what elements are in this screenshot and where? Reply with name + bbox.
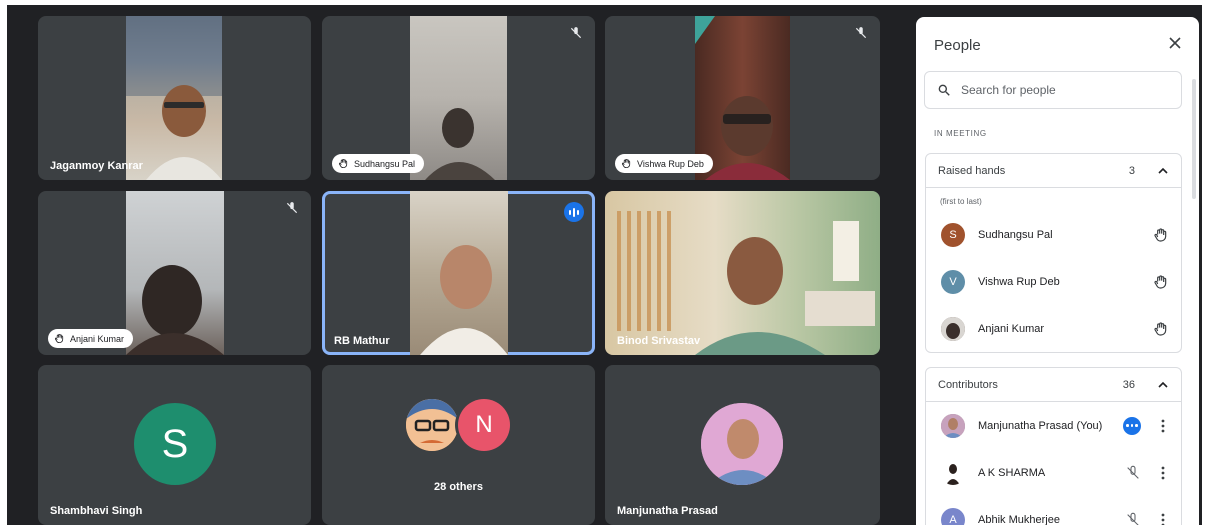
search-field[interactable] [924, 71, 1182, 109]
list-item[interactable]: V Vishwa Rup Deb [926, 258, 1181, 305]
group-count: 3 [1128, 164, 1135, 177]
raised-hand-icon [621, 158, 631, 169]
mic-off-icon [286, 202, 298, 214]
section-label: IN MEETING [934, 129, 987, 138]
more-vert-icon[interactable] [1157, 466, 1169, 480]
participant-name: Vishwa Rup Deb [637, 158, 704, 169]
avatar: N [458, 399, 510, 451]
group-label: Raised hands [938, 164, 1006, 177]
group-label: Contributors [938, 378, 998, 391]
others-count-label: 28 others [434, 481, 483, 493]
raised-hand-icon[interactable] [1153, 321, 1169, 337]
raised-hands-header[interactable]: Raised hands 3 [926, 154, 1181, 188]
person-name: Anjani Kumar [978, 322, 1045, 335]
raised-hand-icon[interactable] [1153, 227, 1169, 243]
participant-name: Binod Srivastav [617, 335, 701, 347]
mic-off-icon[interactable] [1125, 512, 1141, 525]
panel-title: People [934, 37, 981, 54]
others-tile[interactable]: N 28 others [322, 365, 595, 525]
participant-name-chip: Anjani Kumar [48, 329, 134, 348]
participant-tile[interactable]: Jaganmoy Kanrar [38, 16, 311, 180]
participant-name-chip: Vishwa Rup Deb [615, 154, 713, 173]
avatar: A [941, 507, 965, 525]
raised-hands-group: Raised hands 3 (first to last) S Sudhang… [925, 153, 1182, 353]
participant-tile[interactable]: Manjunatha Prasad [605, 365, 880, 525]
participant-name: Shambhavi Singh [50, 505, 143, 517]
more-options-badge-icon[interactable] [1123, 416, 1141, 435]
avatar-initial: N [475, 411, 493, 438]
raised-hand-icon [54, 333, 64, 344]
participant-tile[interactable]: S Shambhavi Singh [38, 365, 311, 525]
participant-tile[interactable]: Binod Srivastav [605, 191, 880, 355]
chevron-up-icon[interactable] [1157, 379, 1169, 391]
avatar-initial: S [949, 228, 957, 241]
avatar-initial: S [161, 421, 189, 466]
speaking-indicator-icon [564, 202, 584, 222]
list-item[interactable]: S Sudhangsu Pal [926, 211, 1181, 258]
participant-name: RB Mathur [334, 335, 390, 347]
more-vert-icon[interactable] [1157, 513, 1169, 525]
avatar [701, 403, 783, 485]
participant-video [605, 191, 880, 355]
participant-video [410, 191, 508, 355]
mic-off-icon[interactable] [1125, 465, 1141, 481]
avatar-initial: V [949, 275, 957, 288]
chevron-up-icon[interactable] [1157, 165, 1169, 177]
avatar: S [134, 403, 216, 485]
participant-video [126, 191, 224, 355]
avatar [941, 316, 965, 341]
mic-off-icon [570, 27, 582, 39]
participant-tile[interactable]: Vishwa Rup Deb [605, 16, 880, 180]
scrollbar[interactable] [1192, 79, 1196, 199]
search-input[interactable] [961, 83, 1151, 97]
raised-hand-icon[interactable] [1153, 274, 1169, 290]
participant-tile[interactable]: Sudhangsu Pal [322, 16, 595, 180]
participant-tile-active-speaker[interactable]: RB Mathur [322, 191, 595, 355]
participant-name: Anjani Kumar [70, 333, 125, 344]
avatar: V [941, 269, 965, 294]
participant-name: Manjunatha Prasad [617, 505, 718, 517]
list-item[interactable]: A K SHARMA [926, 449, 1181, 496]
close-icon[interactable] [1167, 35, 1183, 51]
person-name: Abhik Mukherjee [978, 513, 1060, 525]
group-count: 36 [1122, 378, 1135, 391]
participant-name: Sudhangsu Pal [354, 158, 416, 169]
avatar-initial: A [949, 513, 957, 525]
participant-video [126, 16, 222, 180]
contributors-header[interactable]: Contributors 36 [926, 368, 1181, 402]
participant-tile[interactable]: Anjani Kumar [38, 191, 311, 355]
list-item[interactable]: Anjani Kumar [926, 305, 1181, 352]
contributors-group: Contributors 36 Manjunatha Prasad (You) … [925, 367, 1182, 525]
avatar [406, 399, 458, 451]
search-icon [938, 84, 950, 96]
avatar: S [941, 222, 965, 247]
person-name: Vishwa Rup Deb [978, 275, 1060, 288]
people-panel: People IN MEETING Raised hands 3 (first … [916, 17, 1199, 525]
participant-name-chip: Sudhangsu Pal [332, 154, 425, 173]
participant-name: Jaganmoy Kanrar [50, 160, 143, 172]
person-name: Sudhangsu Pal [978, 228, 1053, 241]
person-name: A K SHARMA [978, 466, 1046, 479]
raised-hand-icon [338, 158, 348, 169]
avatar [941, 460, 965, 485]
avatar [941, 413, 965, 438]
participant-video [410, 16, 507, 180]
list-item[interactable]: Manjunatha Prasad (You) [926, 402, 1181, 449]
person-name: Manjunatha Prasad (You) [978, 419, 1103, 432]
list-item[interactable]: A Abhik Mukherjee [926, 496, 1181, 525]
order-note: (first to last) [940, 197, 982, 206]
more-vert-icon[interactable] [1157, 419, 1169, 433]
mic-off-icon [855, 27, 867, 39]
